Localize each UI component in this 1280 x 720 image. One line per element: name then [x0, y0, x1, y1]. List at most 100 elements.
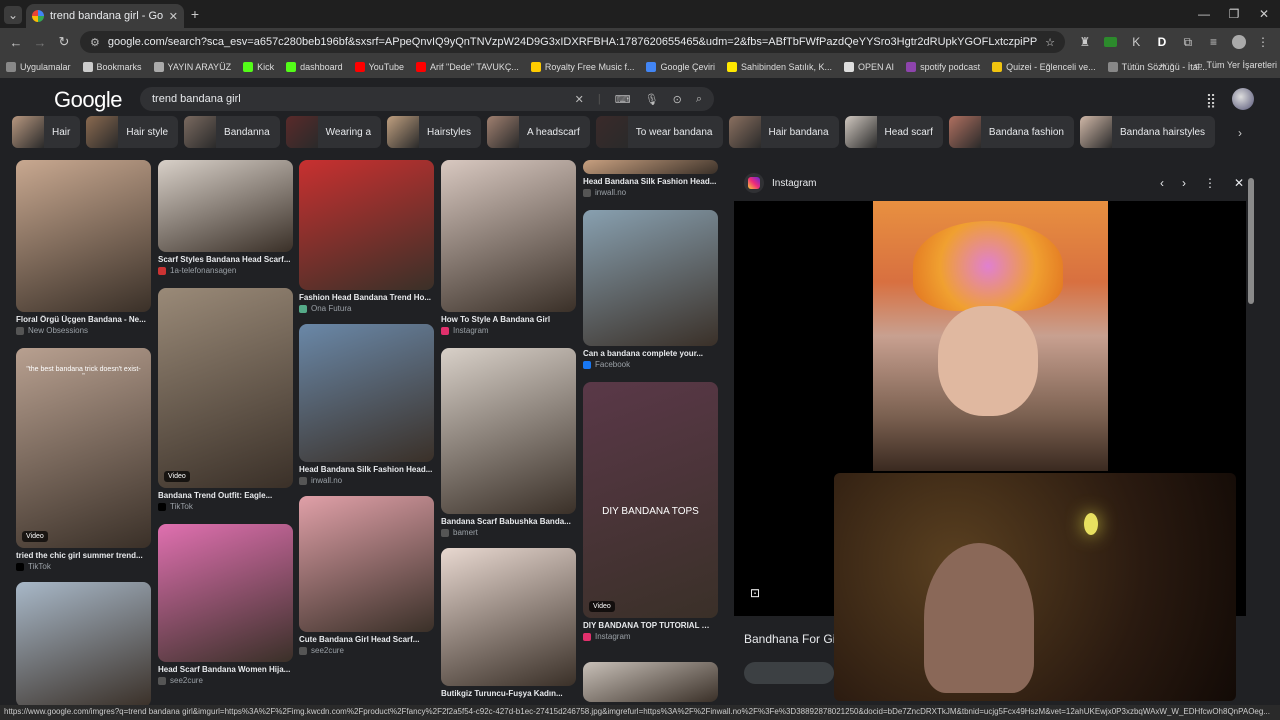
related-chip[interactable]: Bandanna	[184, 116, 280, 148]
result-thumbnail[interactable]	[158, 160, 293, 252]
related-chip[interactable]: Head scarf	[844, 116, 943, 148]
extensions-puzzle-icon[interactable]: ⧉	[1181, 35, 1195, 49]
extension-d-icon[interactable]: D	[1155, 35, 1169, 49]
image-result[interactable]: Video Bandana Trend Outfit: Eagle... TikTo…	[158, 288, 293, 511]
image-result[interactable]: "the best bandana trick doesn't exist-" V…	[16, 348, 151, 571]
result-source[interactable]: Instagram	[441, 326, 576, 335]
result-thumbnail[interactable]: Video	[158, 288, 293, 488]
result-caption[interactable]: Bandana Scarf Babushka Banda...	[441, 517, 576, 526]
result-source[interactable]: see2cure	[158, 676, 293, 685]
search-box[interactable]: ✕ | ⌨ 🎙 ⊙ ⌕	[140, 87, 714, 111]
result-source[interactable]: TikTok	[158, 502, 293, 511]
preview-image[interactable]: ⊡	[734, 201, 1246, 701]
result-source[interactable]: bamert	[441, 528, 576, 537]
result-thumbnail[interactable]	[299, 496, 434, 632]
bookmark-item[interactable]: Arif "Dede" TAVUKÇ...	[416, 62, 519, 72]
search-input[interactable]	[152, 93, 565, 105]
related-chip[interactable]: Wearing a	[285, 116, 382, 148]
keyboard-icon[interactable]: ⌨	[615, 93, 631, 106]
close-window-icon[interactable]: ✕	[1256, 6, 1272, 22]
result-caption[interactable]: Butikgiz Turuncu-Fuşya Kadın...	[441, 689, 576, 698]
result-source[interactable]: see2cure	[299, 646, 434, 655]
result-thumbnail[interactable]	[583, 160, 718, 174]
image-result[interactable]: Head Bandana Silk Fashion Head... inwall.…	[583, 160, 718, 197]
result-caption[interactable]: tried the chic girl summer trend...	[16, 551, 151, 560]
preview-title[interactable]: Bandhana For Gi	[744, 632, 834, 646]
page-scrollbar[interactable]	[1248, 178, 1254, 304]
result-thumbnail[interactable]: "the best bandana trick doesn't exist-" V…	[16, 348, 151, 548]
result-source[interactable]: inwall.no	[583, 188, 718, 197]
apps-grid-icon[interactable]: ⣿	[1202, 91, 1220, 109]
result-source[interactable]: inwall.no	[299, 476, 434, 485]
bookmark-item[interactable]: Sahibinden Satılık, K...	[726, 62, 832, 72]
result-source[interactable]: Instagram	[583, 632, 718, 641]
result-thumbnail[interactable]	[441, 160, 576, 312]
related-chip[interactable]: Hairstyles	[387, 116, 481, 148]
more-options-icon[interactable]: ⋮	[1204, 176, 1216, 190]
account-avatar[interactable]	[1232, 88, 1254, 110]
bookmark-item[interactable]: Kick	[243, 62, 274, 72]
extension-k-icon[interactable]: K	[1129, 35, 1143, 49]
image-result[interactable]: Head Scarf Bandana Women Hija... see2cure	[158, 524, 293, 685]
bookmark-star-icon[interactable]: ☆	[1045, 36, 1055, 49]
image-result[interactable]: Can a bandana complete your... Facebook	[583, 210, 718, 369]
result-thumbnail[interactable]	[158, 524, 293, 662]
result-caption[interactable]: Fashion Head Bandana Trend Ho...	[299, 293, 434, 302]
result-caption[interactable]: Floral Örgü Üçgen Bandana - Ne...	[16, 315, 151, 324]
result-thumbnail[interactable]	[299, 160, 434, 290]
result-caption[interactable]: Scarf Styles Bandana Head Scarf...	[158, 255, 293, 264]
related-chip[interactable]: To wear bandana	[595, 116, 723, 148]
reload-icon[interactable]: ↻	[56, 34, 72, 50]
image-result[interactable]: DIY BANDANA TOPS Video DIY BANDANA TOP TUT…	[583, 382, 718, 641]
forward-icon[interactable]: →	[32, 34, 48, 50]
next-icon[interactable]: ›	[1182, 176, 1186, 190]
related-chip[interactable]: Bandana hairstyles	[1079, 116, 1216, 148]
bookmark-item[interactable]: Tütün Sözlüğü - İtal...	[1107, 62, 1207, 72]
new-tab-icon[interactable]: +	[188, 6, 202, 22]
bookmark-item[interactable]: dashboard	[286, 62, 343, 72]
address-bar[interactable]: ⚙ google.com/search?sca_esv=a657c280beb1…	[80, 31, 1065, 53]
related-chip[interactable]: Hair style	[86, 116, 179, 148]
bookmark-item[interactable]: spotify podcast	[906, 62, 980, 72]
result-source[interactable]: 1a-telefonansagen	[158, 266, 293, 275]
related-chip[interactable]: Hair bandana	[728, 116, 839, 148]
result-source[interactable]: New Obsessions	[16, 326, 151, 335]
result-thumbnail[interactable]	[441, 348, 576, 514]
preview-source[interactable]: Instagram	[772, 178, 816, 189]
browser-menu-icon[interactable]: ⋮	[1257, 35, 1269, 49]
result-caption[interactable]: DIY BANDANA TOP TUTORIAL 💗...	[583, 621, 718, 630]
site-info-icon[interactable]: ⚙	[90, 36, 100, 49]
search-icon[interactable]: ⌕	[696, 93, 702, 106]
result-thumbnail[interactable]	[16, 582, 151, 707]
result-caption[interactable]: Head Bandana Silk Fashion Head...	[299, 465, 434, 474]
tab-search-icon[interactable]: ⌄	[4, 6, 22, 24]
extension-icon[interactable]: ♜	[1078, 35, 1092, 49]
chips-next-icon[interactable]: ›	[1232, 124, 1248, 142]
result-caption[interactable]: Can a bandana complete your...	[583, 349, 718, 358]
browser-tab[interactable]: trend bandana girl - Google'da ✕	[26, 4, 184, 28]
bookmarks-overflow-icon[interactable]: »	[1160, 60, 1166, 71]
google-logo[interactable]: Google	[54, 87, 122, 113]
result-thumbnail[interactable]: DIY BANDANA TOPS Video	[583, 382, 718, 618]
bookmark-item[interactable]: Royalty Free Music f...	[530, 62, 634, 72]
result-source[interactable]: Ona Futura	[299, 304, 434, 313]
result-source[interactable]: TikTok	[16, 562, 151, 571]
minimize-icon[interactable]: —	[1196, 6, 1212, 22]
bookmark-item[interactable]: Bookmarks	[82, 62, 142, 72]
bookmark-item[interactable]: OPEN AI	[844, 62, 894, 72]
result-thumbnail[interactable]	[16, 160, 151, 312]
all-bookmarks[interactable]: ▭ Tüm Yer İşaretleri	[1194, 60, 1277, 71]
image-result[interactable]: Head Bandana Silk Fashion Head... inwall.…	[299, 324, 434, 485]
image-result[interactable]	[16, 582, 151, 707]
close-preview-icon[interactable]: ✕	[1234, 176, 1244, 190]
result-caption[interactable]: Cute Bandana Girl Head Scarf...	[299, 635, 434, 644]
bookmark-item[interactable]: Quizei - Eğlenceli ve...	[992, 62, 1096, 72]
image-result[interactable]: How To Style A Bandana Girl Instagram	[441, 160, 576, 335]
result-thumbnail[interactable]	[583, 662, 718, 702]
image-result[interactable]: Floral Örgü Üçgen Bandana - Ne... New Obs…	[16, 160, 151, 335]
extension-battery-icon[interactable]	[1103, 37, 1118, 47]
image-result[interactable]: Scarf Styles Bandana Head Scarf... 1a-tel…	[158, 160, 293, 275]
bookmark-item[interactable]: Google Çeviri	[646, 62, 715, 72]
result-caption[interactable]: Head Scarf Bandana Women Hija...	[158, 665, 293, 674]
related-chip[interactable]: A headscarf	[486, 116, 590, 148]
